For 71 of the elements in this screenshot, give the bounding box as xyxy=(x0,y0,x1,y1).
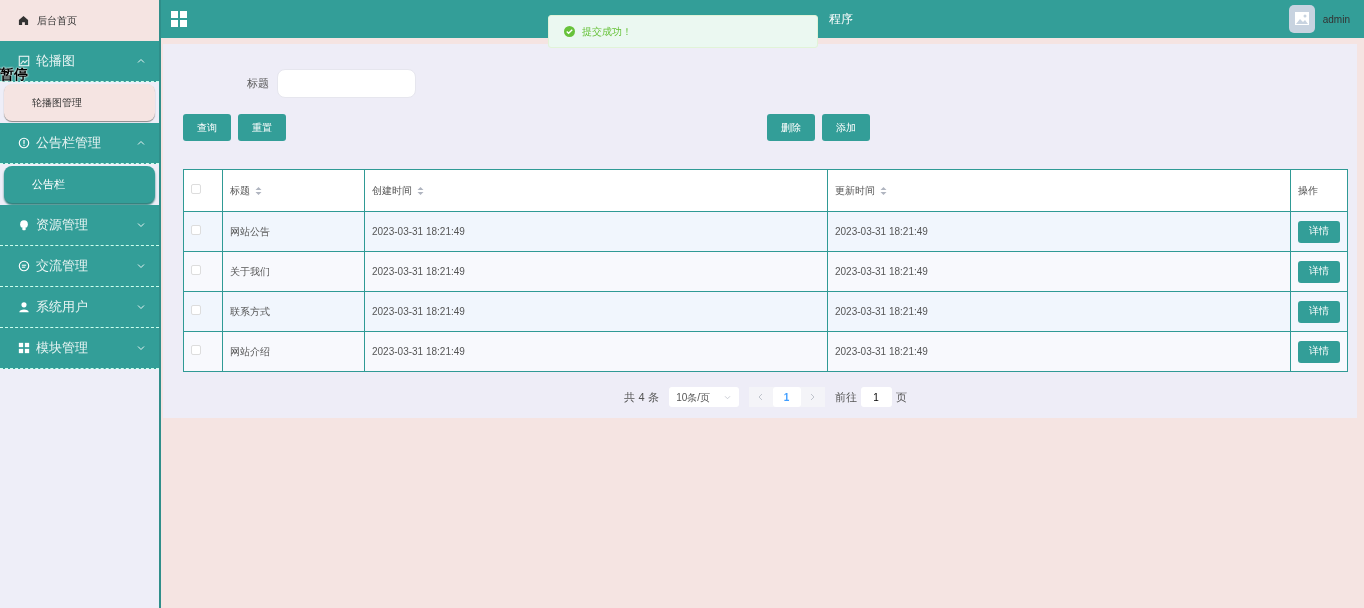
column-header[interactable]: 更新时间 xyxy=(835,185,875,196)
row-checkbox[interactable] xyxy=(191,305,201,315)
page-jump-field[interactable]: 1 xyxy=(860,387,892,407)
sort-icon[interactable] xyxy=(417,186,424,197)
table-cell: 关于我们 xyxy=(230,266,270,277)
search-label: 标题 xyxy=(247,76,269,92)
chevron-up-icon xyxy=(137,58,145,64)
chevron-right-icon xyxy=(810,393,816,401)
sidebar-group[interactable]: 资源管理 xyxy=(0,205,159,246)
table-cell: 2023-03-31 18:21:49 xyxy=(835,306,928,317)
page-suffix: 页 xyxy=(895,389,907,405)
bulb-icon xyxy=(18,219,30,231)
home-menu-item[interactable]: 后台首页 xyxy=(0,0,159,41)
sidebar-group[interactable]: 系统用户 xyxy=(0,287,159,328)
check-circle-icon xyxy=(564,26,575,37)
details-button[interactable]: 详情 xyxy=(1298,220,1340,243)
sort-icon[interactable] xyxy=(255,186,262,197)
goto-label: 前往 xyxy=(834,389,857,405)
table-cell: 联系方式 xyxy=(230,306,270,317)
title-search-field[interactable] xyxy=(277,69,416,98)
app-title: 程序 xyxy=(829,11,853,28)
row-checkbox[interactable] xyxy=(191,265,201,275)
details-button[interactable]: 详情 xyxy=(1298,300,1340,323)
table-cell: 网站公告 xyxy=(230,226,270,237)
overlay-label: 暂停 xyxy=(0,65,28,84)
grid-icon xyxy=(18,342,30,354)
total-count: 共 4 条 xyxy=(624,389,659,405)
toolbar-button[interactable]: 查询 xyxy=(183,114,231,141)
table-cell: 2023-03-31 18:21:49 xyxy=(372,226,465,237)
chevron-down-icon xyxy=(137,304,145,310)
chevron-down-icon xyxy=(137,263,145,269)
table-cell: 2023-03-31 18:21:49 xyxy=(835,266,928,277)
table-cell: 2023-03-31 18:21:49 xyxy=(835,226,928,237)
toolbar-button[interactable]: 添加 xyxy=(822,114,870,141)
details-button[interactable]: 详情 xyxy=(1298,260,1340,283)
toast-message: 提交成功！ xyxy=(582,25,632,39)
avatar-icon[interactable] xyxy=(1288,5,1315,33)
page-number[interactable]: 1 xyxy=(772,387,801,407)
row-checkbox[interactable] xyxy=(191,225,201,235)
user-name[interactable]: admin xyxy=(1322,11,1350,27)
table-cell: 2023-03-31 18:21:49 xyxy=(372,266,465,277)
toolbar-button[interactable]: 重置 xyxy=(238,114,286,141)
sidebar-subitem[interactable]: 公告栏 xyxy=(4,166,155,203)
home-icon xyxy=(18,15,29,26)
chevron-down-icon xyxy=(137,345,145,351)
menu-icon[interactable] xyxy=(171,11,187,27)
table-cell: 网站介绍 xyxy=(230,346,270,357)
chevron-up-icon xyxy=(137,140,145,146)
table-cell: 2023-03-31 18:21:49 xyxy=(372,346,465,357)
table-cell: 2023-03-31 18:21:49 xyxy=(372,306,465,317)
column-header[interactable]: 创建时间 xyxy=(372,185,412,196)
image-icon xyxy=(18,55,30,67)
row-checkbox[interactable] xyxy=(191,345,201,355)
page-size-select[interactable]: 10条/页 xyxy=(668,387,739,407)
chevron-down-icon xyxy=(137,222,145,228)
sidebar-group[interactable]: 交流管理 xyxy=(0,246,159,287)
chat-icon xyxy=(18,260,30,272)
sidebar-group[interactable]: 公告栏管理 xyxy=(0,123,159,164)
details-button[interactable]: 详情 xyxy=(1298,340,1340,363)
select-all-checkbox[interactable] xyxy=(191,184,201,194)
chevron-down-icon xyxy=(724,394,732,400)
column-header[interactable]: 标题 xyxy=(230,185,250,196)
column-header: 操作 xyxy=(1298,185,1318,196)
chevron-left-icon xyxy=(758,393,764,401)
info-icon xyxy=(18,137,30,149)
user-icon xyxy=(18,301,30,313)
sidebar-subitem[interactable]: 轮播图管理 xyxy=(4,84,155,121)
sidebar-group[interactable]: 模块管理 xyxy=(0,328,159,369)
sort-icon[interactable] xyxy=(880,186,887,197)
table-cell: 2023-03-31 18:21:49 xyxy=(835,346,928,357)
toolbar-button[interactable]: 删除 xyxy=(767,114,815,141)
